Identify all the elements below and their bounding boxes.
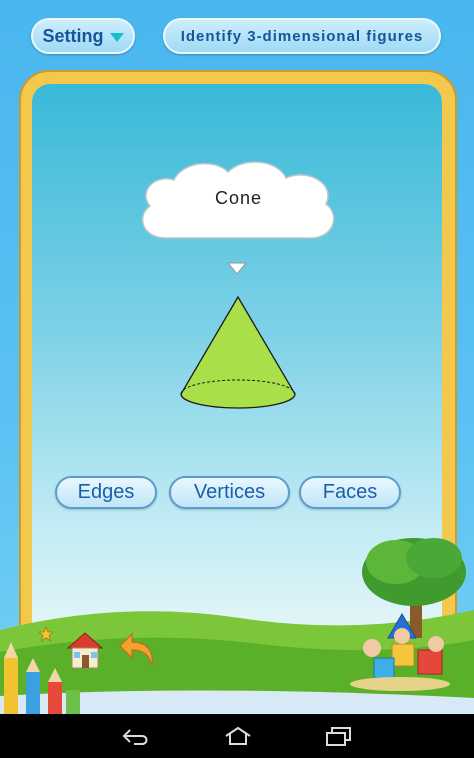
nav-home-icon[interactable] [223,726,253,746]
answer-label: Vertices [193,481,266,503]
topic-title: Identify 3-dimensional figures [163,18,441,54]
cone-figure [180,295,296,409]
answer-vertices-button[interactable]: Vertices [169,476,290,509]
system-navigation-bar [0,714,474,758]
pointer-down-icon [227,262,247,275]
back-arrow-icon[interactable] [118,630,158,670]
setting-button[interactable]: Setting [31,18,135,54]
nav-recents-icon[interactable] [324,726,354,746]
answer-label: Edges [77,481,135,503]
figure-name-label: Cone [214,188,263,208]
answer-faces-button[interactable]: Faces [299,476,401,509]
nav-back-icon[interactable] [120,726,152,746]
topic-title-text: Identify 3-dimensional figures [180,27,424,45]
app-area: Setting Identify 3-dimensional figures C… [0,0,474,714]
dropdown-arrow-icon [109,33,124,42]
setting-label: Setting [42,25,104,46]
answer-label: Faces [322,481,378,503]
kids-blocks-illustration [350,613,450,691]
answer-edges-button[interactable]: Edges [55,476,157,509]
home-icon[interactable] [64,630,106,670]
star-icon[interactable] [38,626,54,642]
